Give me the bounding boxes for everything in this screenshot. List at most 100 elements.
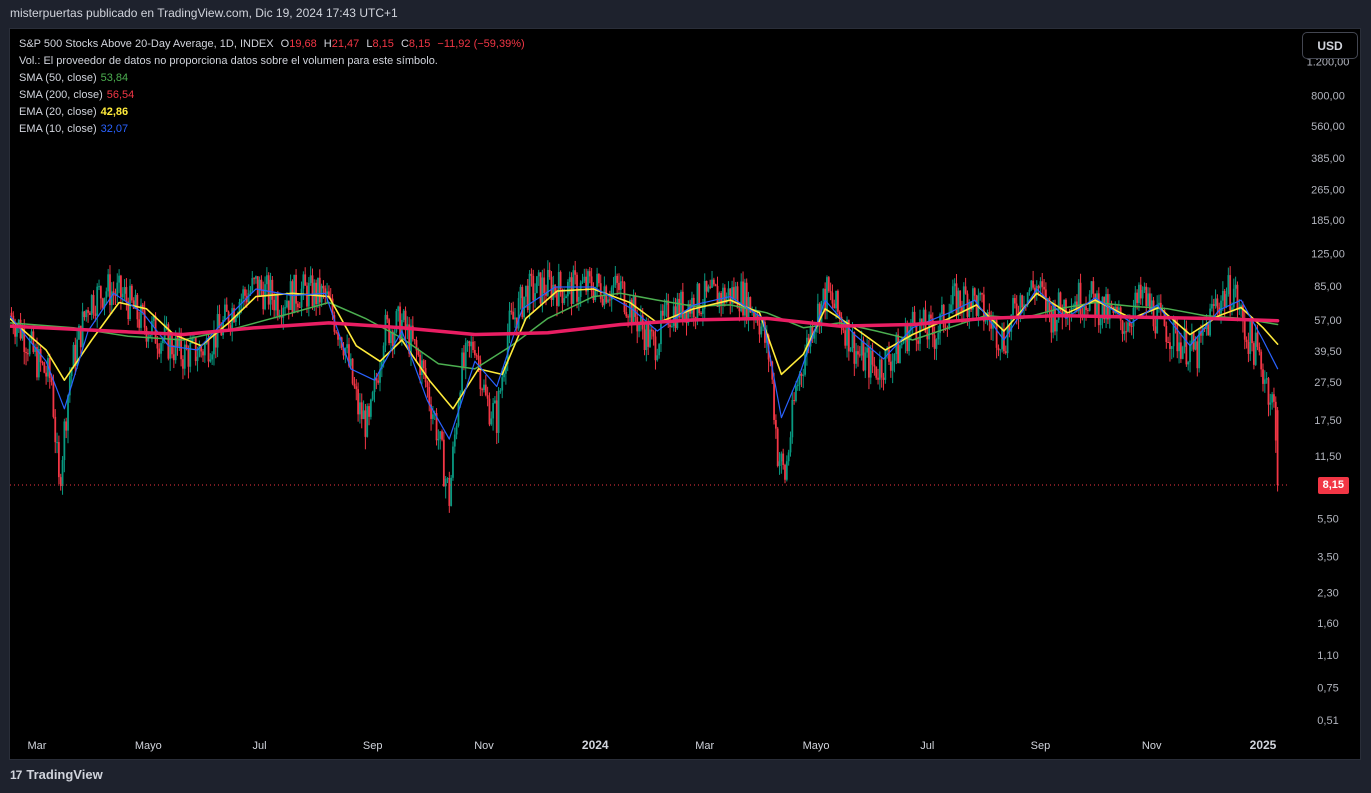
candle-body bbox=[63, 421, 66, 461]
indicator-value: 53,84 bbox=[100, 72, 129, 84]
candle-body bbox=[439, 431, 442, 439]
candle-body bbox=[568, 277, 571, 282]
candle-body bbox=[576, 274, 578, 302]
candle-body bbox=[160, 343, 162, 354]
candle-body bbox=[857, 351, 859, 355]
candle-body bbox=[1097, 293, 1100, 326]
candle-body bbox=[211, 354, 214, 360]
candle-body bbox=[1256, 332, 1259, 347]
y-tick-label: 39,50 bbox=[1314, 346, 1342, 358]
candle-body bbox=[543, 277, 546, 293]
candle-body bbox=[670, 326, 673, 328]
candle-body bbox=[849, 348, 852, 352]
candle-body bbox=[844, 330, 847, 346]
candle-body bbox=[1083, 306, 1086, 316]
candle-body bbox=[1214, 298, 1217, 306]
candle-body bbox=[1267, 378, 1270, 405]
candle-body bbox=[390, 331, 392, 343]
candle-body bbox=[645, 322, 648, 351]
candle-body bbox=[734, 286, 737, 300]
candle-body bbox=[1265, 378, 1268, 380]
candle-body bbox=[105, 291, 108, 298]
candle-body bbox=[784, 465, 786, 480]
candle-body bbox=[702, 308, 704, 314]
candle-body bbox=[244, 289, 246, 296]
candle-body bbox=[187, 349, 190, 367]
candle-body bbox=[61, 460, 64, 487]
x-tick-label: Mayo bbox=[803, 740, 830, 752]
indicator-ema20[interactable]: EMA (20, close) 42,86 bbox=[19, 104, 529, 121]
candle-body bbox=[364, 410, 367, 437]
candle-body bbox=[577, 296, 580, 302]
candle-body bbox=[207, 338, 210, 362]
candle-body bbox=[1262, 369, 1264, 384]
candle-body bbox=[470, 341, 473, 347]
candle-body bbox=[225, 304, 228, 312]
candle-body bbox=[517, 298, 520, 329]
candle-body bbox=[917, 340, 920, 344]
candle-body bbox=[56, 442, 58, 444]
candle-body bbox=[1211, 304, 1213, 309]
x-tick-label: Mar bbox=[28, 740, 47, 752]
open-value: 19,68 bbox=[289, 38, 317, 50]
candle-body bbox=[355, 386, 358, 390]
candle-body bbox=[554, 284, 557, 293]
candle-body bbox=[377, 380, 380, 383]
candle-body bbox=[822, 288, 825, 302]
candle-body bbox=[59, 477, 62, 487]
candle-body bbox=[1145, 286, 1148, 306]
candle-body bbox=[581, 281, 584, 283]
candle-body bbox=[125, 287, 128, 302]
candle-body bbox=[386, 314, 389, 320]
candle-body bbox=[774, 419, 777, 429]
indicator-sma50[interactable]: SMA (50, close) 53,84 bbox=[19, 70, 529, 87]
candle-body bbox=[964, 286, 967, 294]
chart-pane[interactable]: 1.200,00 800,00 560,00 385,00 265,00 185,00 12… bbox=[9, 28, 1361, 760]
x-tick-label: Mar bbox=[695, 740, 714, 752]
candle-body bbox=[441, 431, 443, 440]
candle-body bbox=[143, 310, 146, 328]
candle-body bbox=[736, 286, 739, 309]
close-value: 8,15 bbox=[408, 38, 431, 50]
candle-body bbox=[189, 342, 192, 367]
candle-body bbox=[789, 437, 792, 453]
candle-body bbox=[326, 291, 328, 295]
indicator-ema10[interactable]: EMA (10, close) 32,07 bbox=[19, 121, 529, 138]
candle-body bbox=[614, 275, 617, 285]
candle-body bbox=[368, 406, 370, 417]
candle-body bbox=[884, 350, 887, 380]
currency-button[interactable]: USD bbox=[1302, 32, 1358, 59]
candle-body bbox=[514, 317, 516, 320]
candle-body bbox=[864, 352, 867, 371]
candle-body bbox=[583, 276, 586, 282]
candle-body bbox=[417, 350, 420, 355]
candle-body bbox=[782, 453, 785, 466]
candle-body bbox=[249, 290, 252, 294]
candle-body bbox=[251, 278, 254, 291]
candle-body bbox=[842, 328, 845, 331]
candle-body bbox=[264, 284, 266, 310]
candle-body bbox=[899, 345, 901, 363]
high-label: H bbox=[323, 38, 332, 50]
candle-body bbox=[891, 360, 894, 371]
candle-body bbox=[25, 352, 27, 354]
footer-brand[interactable]: 17 TradingView bbox=[10, 767, 103, 782]
symbol-title[interactable]: S&P 500 Stocks Above 20-Day Average, 1D,… bbox=[19, 38, 274, 50]
candle-body bbox=[253, 278, 256, 280]
low-value: 8,15 bbox=[372, 38, 394, 50]
candle-body bbox=[652, 331, 655, 337]
indicator-sma200[interactable]: SMA (200, close) 56,54 bbox=[19, 87, 529, 104]
price-chart[interactable]: 1.200,00800,00560,00385,00265,00185,0012… bbox=[10, 29, 1360, 759]
candle-body bbox=[1167, 342, 1170, 344]
indicator-value: 56,54 bbox=[106, 89, 135, 101]
candle-body bbox=[1001, 329, 1004, 350]
candle-body bbox=[240, 298, 243, 303]
candle-body bbox=[453, 434, 456, 447]
candle-body bbox=[521, 286, 524, 318]
candle-body bbox=[54, 416, 57, 443]
candle-body bbox=[158, 348, 161, 354]
candle-body bbox=[557, 272, 560, 306]
candle-body bbox=[322, 285, 325, 289]
y-tick-label: 85,00 bbox=[1314, 281, 1342, 293]
candle-body bbox=[973, 288, 976, 296]
